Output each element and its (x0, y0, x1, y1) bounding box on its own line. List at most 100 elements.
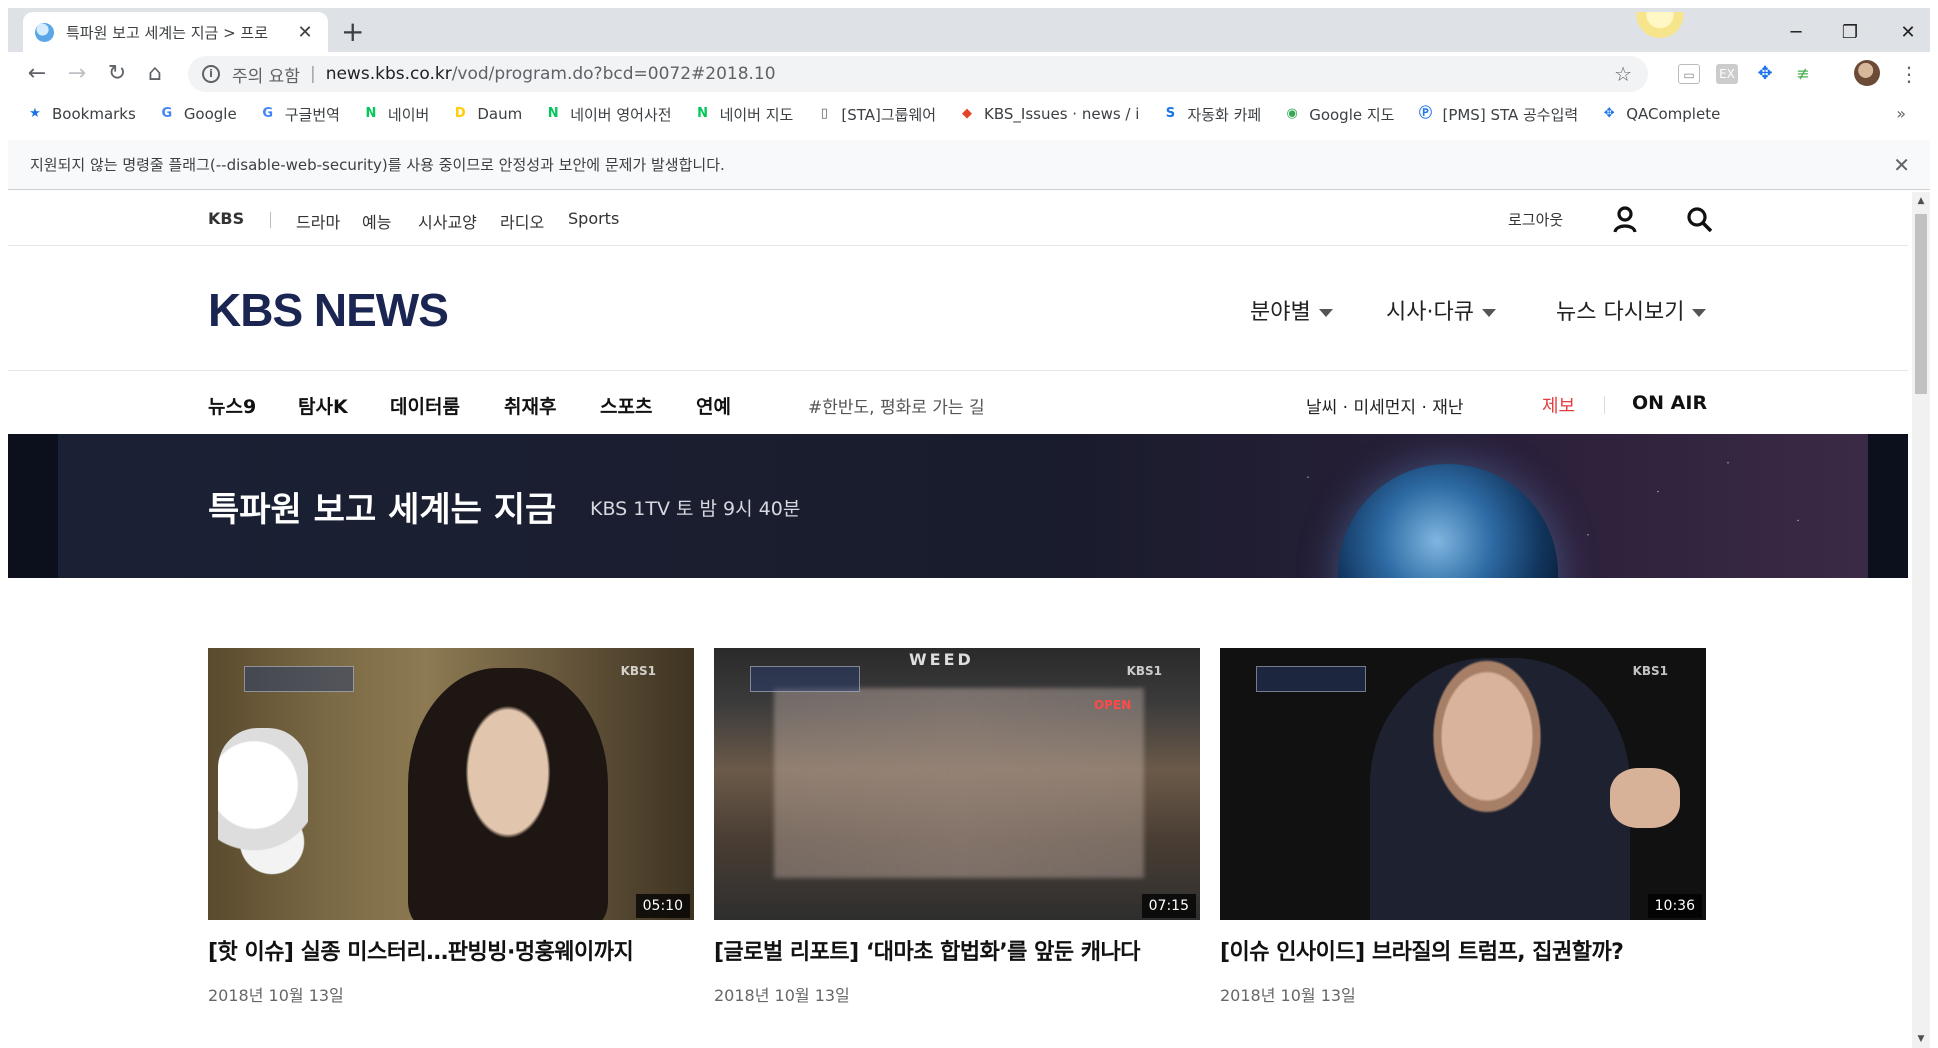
bookmark-label: 네이버 (387, 105, 430, 124)
profile-avatar[interactable] (1854, 60, 1880, 86)
caret-down-icon (1692, 309, 1707, 317)
bookmark-item[interactable]: Ⓟ [PMS] STA 공수입력 (1416, 104, 1578, 125)
storefront-image (774, 688, 1144, 878)
gnb-link-drama[interactable]: 드라마 (296, 209, 340, 233)
scroll-down-icon[interactable]: ▼ (1912, 1034, 1930, 1044)
bookmark-label: Daum (477, 105, 523, 123)
video-thumbnail[interactable]: KBS1 10:36 (1220, 648, 1706, 920)
video-card[interactable]: WEED OPEN KBS1 07:15 [글로벌 리포트] ‘대마초 합법화’… (714, 648, 1200, 1006)
maps-icon: ◉ (1286, 106, 1298, 121)
extension-icon[interactable]: ▭ (1678, 64, 1700, 84)
qacomplete-icon: ✥ (1603, 106, 1615, 121)
lnb-weather[interactable]: 날씨 · 미세먼지 · 재난 (1306, 393, 1464, 418)
bookmark-label: Google 지도 (1309, 105, 1395, 124)
gnb-divider (270, 212, 271, 228)
bookmark-item[interactable]: ◆ KBS_Issues · news / i (958, 105, 1139, 123)
bookmark-item[interactable]: ★ Bookmarks (26, 105, 136, 123)
bookmark-item[interactable]: ▯ [STA]그룹웨어 (815, 104, 936, 125)
bookmark-label: 자동화 카페 (1187, 105, 1262, 124)
bookmark-item[interactable]: D Daum (451, 105, 522, 123)
video-date: 2018년 10월 13일 (208, 986, 344, 1005)
extension-ladder-icon[interactable]: ≢ (1792, 64, 1814, 84)
address-separator: | (309, 64, 316, 84)
extension-ex-icon[interactable]: EX (1716, 64, 1738, 84)
bookmarks-more-icon[interactable]: » (1896, 104, 1906, 123)
video-title[interactable]: [글로벌 리포트] ‘대마초 합법화’를 앞둔 캐나다 (714, 934, 1200, 966)
flower-decoration (218, 728, 308, 918)
menu-documentary[interactable]: 시사·다큐 (1386, 294, 1496, 326)
bookmark-item[interactable]: G Google (158, 105, 236, 123)
scrollbar-thumb[interactable] (1915, 214, 1927, 394)
lnb-hashtag[interactable]: #한반도, 평화로 가는 길 (808, 393, 985, 418)
dict-icon: N (547, 106, 559, 121)
lnb-news9[interactable]: 뉴스9 (208, 392, 256, 419)
back-icon[interactable]: ← (22, 62, 52, 86)
bookmark-label: 네이버 지도 (719, 105, 794, 124)
user-icon[interactable] (1610, 204, 1640, 234)
menu-category[interactable]: 분야별 (1250, 294, 1333, 326)
web-page: KBS 드라마 예능 시사교양 라디오 Sports 로그아웃 KBS NEWS… (8, 192, 1908, 1048)
video-duration: 05:10 (635, 894, 690, 918)
extension-arrows-icon[interactable]: ✥ (1754, 64, 1776, 84)
lnb-tamsa-k[interactable]: 탐사K (298, 392, 348, 419)
lnb-onair[interactable]: ON AIR (1632, 392, 1707, 414)
address-host: news.kbs.co.kr (325, 64, 452, 84)
gnb-link-radio[interactable]: 라디오 (500, 209, 544, 233)
gnb-brand[interactable]: KBS (208, 209, 244, 228)
gnb-link-entertainment[interactable]: 예능 (362, 209, 391, 233)
info-icon[interactable]: i (202, 65, 220, 83)
site-header: KBS NEWS 분야별 시사·다큐 뉴스 다시보기 (8, 247, 1908, 371)
tab-strip: 특파원 보고 세계는 지금 > 프로 ✕ + ─ ❐ ✕ (8, 8, 1930, 52)
video-duration: 10:36 (1647, 894, 1702, 918)
open-sign: OPEN (1094, 698, 1132, 712)
menu-news-replay[interactable]: 뉴스 다시보기 (1556, 294, 1707, 326)
lnb-after-coverage[interactable]: 취재후 (504, 392, 556, 419)
store-sign: WEED (909, 650, 974, 669)
security-warning: 주의 요함 (232, 66, 300, 87)
lnb-report[interactable]: 제보 (1542, 392, 1575, 418)
program-banner: 특파원 보고 세계는 지금 KBS 1TV 토 밤 9시 40분 (8, 434, 1908, 578)
video-card[interactable]: KBS1 10:36 [이슈 인사이드] 브라질의 트럼프, 집권할까? 201… (1220, 648, 1706, 1006)
gnb-link-culture[interactable]: 시사교양 (418, 209, 477, 233)
restore-icon[interactable]: ❐ (1830, 22, 1870, 43)
reload-icon[interactable]: ↻ (102, 62, 132, 86)
caret-down-icon (1481, 309, 1496, 317)
video-title[interactable]: [핫 이슈] 실종 미스터리…판빙빙·멍훙웨이까지 (208, 934, 694, 966)
gitlab-icon: ◆ (962, 106, 973, 121)
bookmark-item[interactable]: ◉ Google 지도 (1283, 104, 1395, 125)
logout-link[interactable]: 로그아웃 (1508, 209, 1563, 230)
page-scrollbar[interactable]: ▲ ▼ (1912, 192, 1930, 1048)
gnb-link-sports[interactable]: Sports (568, 209, 619, 228)
minimize-icon[interactable]: ─ (1776, 22, 1816, 43)
new-tab-icon[interactable]: + (341, 18, 364, 46)
bookmark-item[interactable]: G 구글번역 (259, 104, 340, 125)
program-title: 특파원 보고 세계는 지금 (208, 490, 557, 530)
bookmark-item[interactable]: N 네이버 (362, 104, 429, 125)
bookmark-item[interactable]: N 네이버 지도 (694, 104, 794, 125)
home-icon[interactable]: ⌂ (140, 62, 170, 86)
theme-sun-decoration (1636, 12, 1684, 38)
lnb-dataroom[interactable]: 데이터룸 (390, 392, 460, 419)
kbs-news-logo[interactable]: KBS NEWS (208, 283, 449, 337)
video-title[interactable]: [이슈 인사이드] 브라질의 트럼프, 집권할까? (1220, 934, 1706, 966)
forward-icon[interactable]: → (62, 62, 92, 86)
bookmark-star-icon[interactable]: ☆ (1614, 62, 1632, 86)
search-icon[interactable] (1684, 204, 1714, 234)
menu-dots-icon[interactable]: ⋮ (1894, 62, 1924, 86)
video-card[interactable]: KBS1 05:10 [핫 이슈] 실종 미스터리…판빙빙·멍훙웨이까지 201… (208, 648, 694, 1006)
program-schedule: KBS 1TV 토 밤 9시 40분 (590, 498, 801, 520)
scroll-up-icon[interactable]: ▲ (1912, 196, 1930, 206)
infobar-close-icon[interactable]: ✕ (1893, 153, 1910, 177)
address-bar[interactable]: i 주의 요함 | news.kbs.co.kr/vod/program.do?… (188, 56, 1648, 92)
lnb-entertainment[interactable]: 연예 (696, 392, 731, 419)
lnb-sports[interactable]: 스포츠 (600, 392, 652, 419)
video-thumbnail[interactable]: WEED OPEN KBS1 07:15 (714, 648, 1200, 920)
bookmark-item[interactable]: ✥ QAComplete (1600, 105, 1721, 123)
bookmark-item[interactable]: N 네이버 영어사전 (544, 104, 672, 125)
browser-tab[interactable]: 특파원 보고 세계는 지금 > 프로 ✕ (23, 12, 328, 52)
window-close-icon[interactable]: ✕ (1888, 22, 1928, 43)
tab-close-icon[interactable]: ✕ (294, 22, 316, 43)
video-thumbnail[interactable]: KBS1 05:10 (208, 648, 694, 920)
bookmark-item[interactable]: S 자동화 카페 (1161, 104, 1261, 125)
address-path: /vod/program.do?bcd=0072#2018.10 (451, 64, 776, 84)
